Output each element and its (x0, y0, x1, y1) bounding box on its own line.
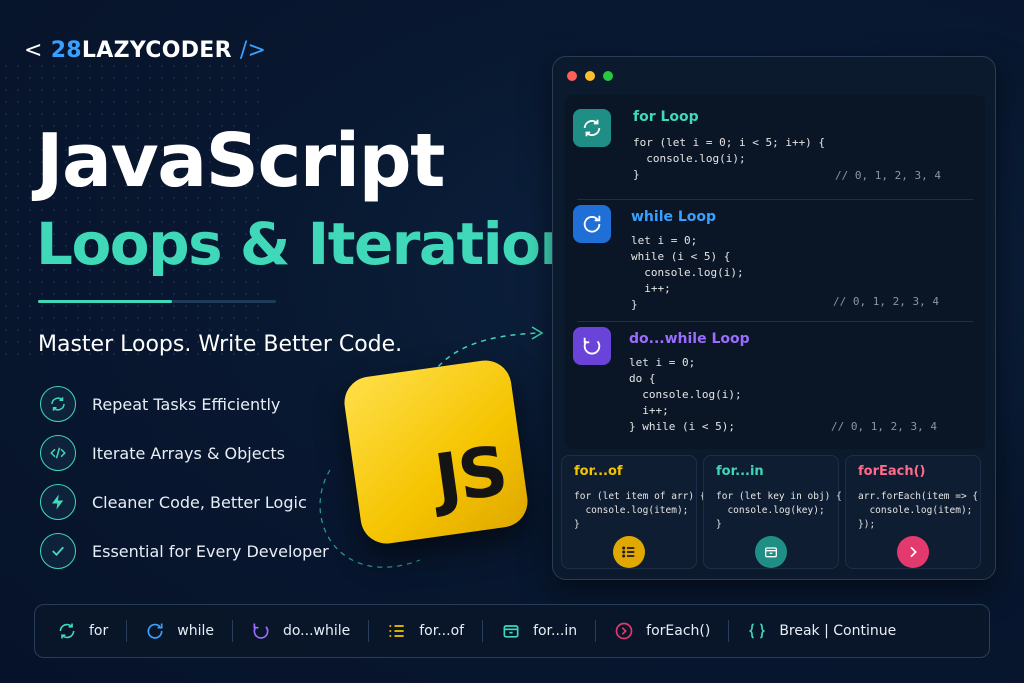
feature-item: Cleaner Code, Better Logic (40, 484, 307, 520)
bottom-nav-bar: for while do...while for...of for...in f… (34, 604, 990, 658)
divider-bar (38, 300, 276, 303)
list-icon (613, 536, 645, 568)
window-controls (567, 71, 613, 81)
card-code: arr.forEach(item => { console.log(item);… (858, 491, 979, 530)
close-dot[interactable] (567, 71, 577, 81)
check-icon (40, 533, 76, 569)
while-loop-code: let i = 0; while (i < 5) { console.log(i… (631, 234, 744, 311)
code-icon (40, 435, 76, 471)
bottom-item-forin: for...in (501, 621, 577, 641)
feature-item: Iterate Arrays & Objects (40, 435, 285, 471)
maximize-dot[interactable] (603, 71, 613, 81)
refresh-icon (59, 623, 75, 639)
separator (595, 620, 597, 642)
while-loop-comment: // 0, 1, 2, 3, 4 (833, 295, 939, 308)
separator (231, 620, 233, 642)
bottom-item-break-continue: Break | Continue (747, 621, 896, 641)
refresh-icon (573, 109, 611, 147)
code-panel: for Loop for (let i = 0; i < 5; i++) { c… (565, 95, 985, 449)
chevron-right-icon (897, 536, 929, 568)
feature-item: Repeat Tasks Efficiently (40, 386, 280, 422)
card-title: for...in (716, 464, 764, 479)
dowhile-loop-title: do...while Loop (629, 331, 750, 347)
bottom-item-forof: for...of (387, 621, 464, 641)
bottom-item-dowhile: do...while (251, 621, 350, 641)
divider (577, 199, 973, 200)
braces-icon (749, 623, 765, 639)
for-loop-code: for (let i = 0; i < 5; i++) { console.lo… (633, 136, 826, 181)
divider (577, 321, 973, 322)
separator (728, 620, 730, 642)
separator (368, 620, 370, 642)
headline-subtitle: Loops & Iteration (36, 210, 581, 278)
refresh-icon (40, 386, 76, 422)
bottom-item-for: for (57, 621, 108, 641)
card-title: for...of (574, 464, 623, 479)
tagline: Master Loops. Write Better Code. (38, 332, 403, 357)
bottom-item-while: while (145, 621, 214, 641)
card-foreach: forEach() arr.forEach(item => { console.… (845, 455, 981, 569)
dowhile-loop-code: let i = 0; do { console.log(i); i++; } w… (629, 356, 742, 433)
chevron-right-icon (615, 622, 633, 640)
card-code: for (let key in obj) { console.log(key);… (716, 491, 842, 530)
card-for-in: for...in for (let key in obj) { console.… (703, 455, 842, 569)
separator (482, 620, 484, 642)
loop-icon (573, 205, 611, 243)
separator (126, 620, 128, 642)
brand-logo: < 28LAZYCODER /> (24, 38, 267, 63)
loop-icon (573, 327, 611, 365)
for-loop-title: for Loop (633, 109, 699, 125)
headline-title: JavaScript (36, 118, 446, 204)
lightning-icon (40, 484, 76, 520)
object-icon (755, 536, 787, 568)
loop-icon (253, 623, 269, 639)
minimize-dot[interactable] (585, 71, 595, 81)
loop-icon (147, 623, 163, 639)
for-loop-comment: // 0, 1, 2, 3, 4 (835, 169, 941, 182)
while-loop-title: while Loop (631, 209, 717, 225)
dowhile-loop-comment: // 0, 1, 2, 3, 4 (831, 420, 937, 433)
list-icon (389, 625, 404, 637)
card-title: forEach() (858, 464, 926, 479)
code-window: for Loop for (let i = 0; i < 5; i++) { c… (552, 56, 996, 580)
card-code: for (let item of arr) { console.log(item… (574, 491, 706, 530)
feature-item: Essential for Every Developer (40, 533, 329, 569)
card-for-of: for...of for (let item of arr) { console… (561, 455, 706, 569)
object-icon (503, 625, 519, 638)
bottom-item-foreach: forEach() (614, 621, 710, 641)
js-logo-badge: JS (341, 357, 531, 547)
